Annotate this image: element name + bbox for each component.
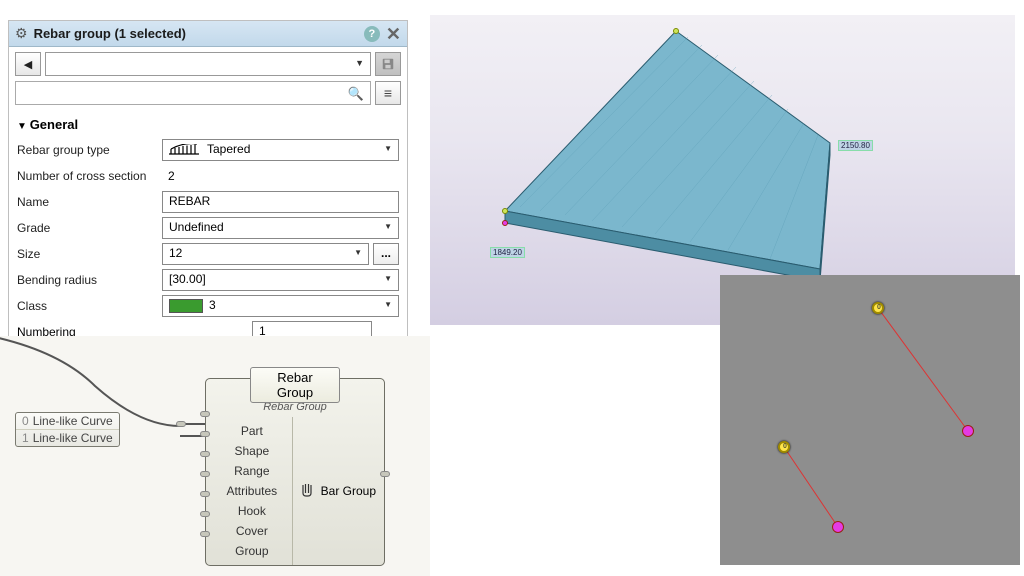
label-name: Name bbox=[17, 195, 162, 209]
nv-end-1[interactable] bbox=[832, 521, 844, 533]
close-button[interactable]: ✕ bbox=[386, 27, 401, 41]
row-bend: Bending radius [30.00] bbox=[17, 268, 399, 292]
properties-panel: ⚙ Rebar group (1 selected) ? ✕ ◀ 🔍 ≡ Gen… bbox=[8, 20, 408, 355]
grasshopper-canvas[interactable]: 0Line-like Curve 1Line-like Curve Rebar … bbox=[0, 336, 430, 576]
grip-shape[interactable] bbox=[200, 431, 210, 437]
help-button[interactable]: ? bbox=[364, 26, 380, 42]
input-hook[interactable]: Hook bbox=[218, 501, 286, 521]
class-color-swatch bbox=[169, 299, 203, 313]
node-viewport[interactable] bbox=[720, 275, 1020, 565]
dimension-label-2: 1849.20 bbox=[490, 247, 525, 258]
label-grade: Grade bbox=[17, 221, 162, 235]
param-line-1: 1Line-like Curve bbox=[16, 430, 119, 446]
dropdown-size[interactable]: 12 bbox=[162, 243, 369, 265]
gear-icon: ⚙ bbox=[15, 25, 28, 42]
input-name[interactable]: REBAR bbox=[162, 191, 399, 213]
input-part[interactable]: Part bbox=[218, 421, 286, 441]
nv-start-2[interactable] bbox=[872, 302, 884, 314]
search-input[interactable]: 🔍 bbox=[15, 81, 371, 105]
value-cross: 2 bbox=[162, 169, 175, 183]
panel-header: ⚙ Rebar group (1 selected) ? ✕ bbox=[9, 21, 407, 47]
grip-group[interactable] bbox=[200, 531, 210, 537]
grip-cover[interactable] bbox=[200, 511, 210, 517]
label-type: Rebar group type bbox=[17, 143, 162, 157]
comp-title: Rebar Group bbox=[250, 367, 340, 403]
label-bend: Bending radius bbox=[17, 273, 162, 287]
dropdown-bend[interactable]: [30.00] bbox=[162, 269, 399, 291]
row-type: Rebar group type Tapered bbox=[17, 138, 399, 162]
row-size: Size 12 ... bbox=[17, 242, 399, 266]
label-cross: Number of cross section bbox=[17, 169, 162, 183]
param-output-grip[interactable] bbox=[176, 421, 186, 427]
dropdown-type[interactable]: Tapered bbox=[162, 139, 399, 161]
section-general[interactable]: General bbox=[17, 117, 399, 132]
panel-search-row: 🔍 ≡ bbox=[9, 81, 407, 109]
grip-range[interactable] bbox=[200, 451, 210, 457]
size-browse-button[interactable]: ... bbox=[373, 243, 399, 265]
dropdown-class-value: 3 bbox=[209, 298, 216, 312]
nv-line-1 bbox=[784, 447, 838, 527]
label-size: Size bbox=[17, 247, 162, 261]
input-attributes[interactable]: Attributes bbox=[218, 481, 286, 501]
comp-inputs: Part Shape Range Attributes Hook Cover G… bbox=[206, 417, 292, 565]
input-cover[interactable]: Cover bbox=[218, 521, 286, 541]
row-grade: Grade Undefined bbox=[17, 216, 399, 240]
panel-title: Rebar group (1 selected) bbox=[34, 26, 364, 41]
panel-body: General Rebar group type Tapered Number … bbox=[9, 109, 407, 354]
save-button[interactable] bbox=[375, 52, 401, 76]
input-group[interactable]: Group bbox=[218, 541, 286, 561]
row-cross: Number of cross section 2 bbox=[17, 164, 399, 188]
param-line-0: 0Line-like Curve bbox=[16, 413, 119, 430]
search-icon: 🔍 bbox=[348, 86, 364, 102]
gh-curve-param[interactable]: 0Line-like Curve 1Line-like Curve bbox=[15, 412, 120, 447]
preset-dropdown[interactable] bbox=[45, 52, 371, 76]
nv-line-2 bbox=[878, 308, 968, 431]
grip-part[interactable] bbox=[200, 411, 210, 417]
back-button[interactable]: ◀ bbox=[15, 52, 41, 76]
grip-output[interactable] bbox=[380, 471, 390, 477]
gh-rebar-component[interactable]: Rebar Group Rebar Group Part Shape Range… bbox=[205, 378, 385, 566]
save-icon bbox=[381, 57, 395, 71]
nv-end-2[interactable] bbox=[962, 425, 974, 437]
panel-toolbar: ◀ bbox=[9, 47, 407, 81]
input-range[interactable]: Range bbox=[218, 461, 286, 481]
output-label[interactable]: Bar Group bbox=[321, 484, 376, 498]
row-name: Name REBAR bbox=[17, 190, 399, 214]
label-class: Class bbox=[17, 299, 162, 313]
dropdown-type-value: Tapered bbox=[207, 142, 250, 156]
row-class: Class 3 bbox=[17, 294, 399, 318]
slab-geometry bbox=[503, 29, 831, 284]
input-shape[interactable]: Shape bbox=[218, 441, 286, 461]
grip-hook[interactable] bbox=[200, 491, 210, 497]
nv-start-1[interactable] bbox=[778, 441, 790, 453]
tapered-icon bbox=[169, 142, 201, 156]
dropdown-grade[interactable]: Undefined bbox=[162, 217, 399, 239]
comp-outputs: Bar Group bbox=[292, 417, 384, 565]
bar-group-icon bbox=[299, 482, 317, 500]
menu-button[interactable]: ≡ bbox=[375, 81, 401, 105]
dropdown-class[interactable]: 3 bbox=[162, 295, 399, 317]
dimension-label-1: 2150.80 bbox=[838, 140, 873, 151]
grip-attributes[interactable] bbox=[200, 471, 210, 477]
